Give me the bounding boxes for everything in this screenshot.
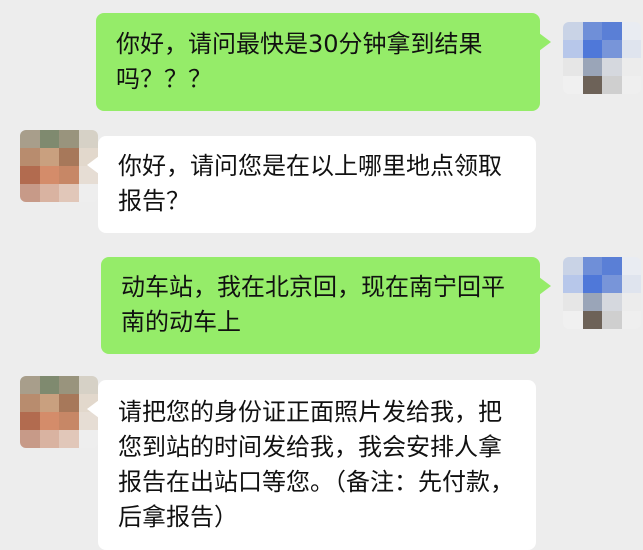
message-bubble-sent[interactable]: 动车站，我在北京回，现在南宁回平南的动车上 xyxy=(101,257,551,354)
message-bubble-received[interactable]: 请把您的身份证正面照片发给我，把您到站的时间发给我，我会安排人拿报告在出站口等您… xyxy=(87,380,536,550)
message-text: 请把您的身份证正面照片发给我，把您到站的时间发给我，我会安排人拿报告在出站口等您… xyxy=(118,398,514,531)
message-text: 你好，请问最快是30分钟拿到结果吗？？？ xyxy=(116,30,483,93)
message-bubble-received[interactable]: 你好，请问您是在以上哪里地点领取报告？ xyxy=(87,136,536,233)
message-bubble-sent[interactable]: 你好，请问最快是30分钟拿到结果吗？？？ xyxy=(96,13,551,111)
message-text: 动车站，我在北京回，现在南宁回平南的动车上 xyxy=(121,273,505,336)
self-avatar[interactable] xyxy=(563,22,641,94)
self-avatar[interactable] xyxy=(563,257,641,329)
message-text: 你好，请问您是在以上哪里地点领取报告？ xyxy=(118,152,502,215)
